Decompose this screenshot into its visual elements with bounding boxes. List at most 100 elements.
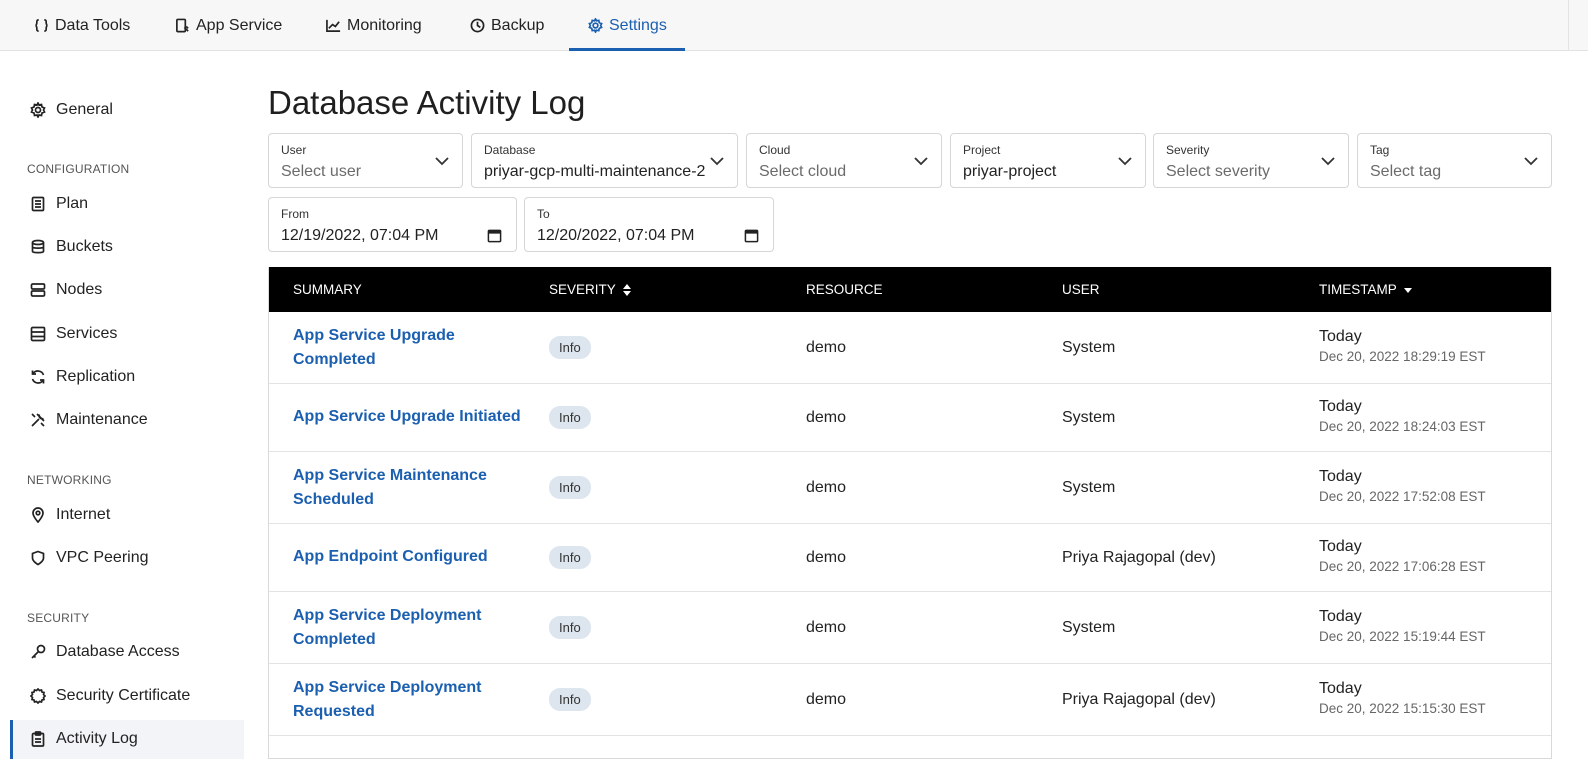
sidebar-item-activity-log[interactable]: Activity Log: [30, 730, 138, 748]
column-header-resource: RESOURCE: [806, 282, 883, 297]
table-row[interactable]: App Service Deployment Completed Info de…: [269, 592, 1551, 664]
tab-app-service[interactable]: App Service: [175, 0, 282, 51]
cloud-select-placeholder: Select cloud: [759, 163, 847, 180]
table-row[interactable]: App Service Upgrade Completed Info demo …: [269, 312, 1551, 384]
row-timestamp: Today Dec 20, 2022 18:29:19 EST: [1319, 328, 1486, 364]
sidebar-item-services[interactable]: Services: [30, 325, 117, 343]
sidebar-item-label: Database Access: [56, 643, 180, 660]
sidebar-item-security-certificate[interactable]: Security Certificate: [30, 687, 190, 705]
row-resource: demo: [806, 479, 847, 496]
row-resource: demo: [806, 339, 847, 356]
sidebar-item-label: General: [56, 101, 113, 118]
column-header-severity[interactable]: SEVERITY: [549, 282, 632, 297]
sidebar-item-label: Internet: [56, 506, 111, 523]
tab-settings[interactable]: Settings: [588, 0, 667, 51]
row-summary-link[interactable]: App Service Upgrade Initiated: [293, 405, 533, 429]
tag-select[interactable]: Tag Select tag: [1357, 133, 1552, 188]
row-resource: demo: [806, 549, 847, 566]
sidebar-item-label: Nodes: [56, 281, 103, 298]
sidebar-item-general[interactable]: General: [30, 101, 113, 119]
top-scrollbar[interactable]: [1568, 0, 1588, 51]
tab-backup-label: Backup: [491, 16, 545, 34]
row-timestamp-full: Dec 20, 2022 17:06:28 EST: [1319, 559, 1486, 574]
column-header-timestamp[interactable]: TIMESTAMP: [1319, 282, 1413, 297]
from-date-input[interactable]: From 12/19/2022, 07:04 PM: [268, 197, 517, 252]
sidebar: General CONFIGURATION Plan Buckets Nodes…: [0, 51, 250, 759]
sidebar-item-replication[interactable]: Replication: [30, 368, 135, 386]
row-timestamp-day: Today: [1319, 328, 1362, 345]
chart-line-icon: [326, 19, 341, 32]
row-timestamp-day: Today: [1319, 538, 1362, 555]
row-timestamp-full: Dec 20, 2022 15:15:30 EST: [1319, 701, 1486, 716]
tab-monitoring[interactable]: Monitoring: [326, 0, 422, 51]
tag-select-label: Tag: [1370, 143, 1390, 157]
chevron-down-icon: [1524, 157, 1538, 166]
row-timestamp-day: Today: [1319, 680, 1362, 697]
sidebar-item-label: Security Certificate: [56, 687, 191, 704]
row-summary-link[interactable]: App Service Deployment Completed: [293, 604, 493, 652]
sidebar-item-nodes[interactable]: Nodes: [30, 281, 102, 299]
tab-backup[interactable]: Backup: [470, 0, 544, 51]
table-row[interactable]: App Service Deployment Requested Info de…: [269, 664, 1551, 736]
key-icon: [31, 644, 46, 659]
severity-badge: Info: [549, 406, 591, 429]
chevron-down-icon: [914, 157, 928, 166]
severity-select-placeholder: Select severity: [1166, 163, 1271, 180]
row-timestamp-full: Dec 20, 2022 15:19:44 EST: [1319, 629, 1486, 644]
table-row[interactable]: App Service Upgrade Initiated Info demo …: [269, 384, 1551, 452]
clock-icon: [470, 18, 485, 33]
gear-icon: [30, 102, 46, 118]
row-user: Priya Rajagopal (dev): [1062, 691, 1216, 708]
column-header-summary-label: SUMMARY: [293, 282, 362, 297]
tab-data-tools[interactable]: Data Tools: [34, 0, 130, 51]
to-date-input[interactable]: To 12/20/2022, 07:04 PM: [524, 197, 774, 252]
severity-select[interactable]: Severity Select severity: [1153, 133, 1349, 188]
row-timestamp-full: Dec 20, 2022 18:24:03 EST: [1319, 419, 1486, 434]
sidebar-item-internet[interactable]: Internet: [30, 506, 110, 524]
replication-icon: [31, 370, 45, 384]
column-header-severity-label: SEVERITY: [549, 282, 616, 297]
page-title: Database Activity Log: [268, 84, 586, 121]
table-row[interactable]: App Service Maintenance Scheduled Info d…: [269, 452, 1551, 524]
sidebar-item-vpc-peering[interactable]: VPC Peering: [30, 549, 149, 567]
calendar-icon[interactable]: [487, 228, 502, 243]
to-date-label: To: [537, 207, 550, 221]
row-timestamp-day: Today: [1319, 398, 1362, 415]
row-summary-link[interactable]: App Endpoint Configured: [293, 545, 533, 569]
database-select[interactable]: Database priyar-gcp-multi-maintenance-2: [471, 133, 738, 188]
table-row[interactable]: App Endpoint Configured Info demo Priya …: [269, 524, 1551, 592]
column-header-summary: SUMMARY: [293, 282, 362, 297]
sidebar-item-maintenance[interactable]: Maintenance: [30, 411, 148, 429]
activity-log-table: SUMMARY SEVERITY RESOURCE USER TIMESTAMP…: [268, 267, 1552, 759]
tools-icon: [31, 413, 45, 427]
user-select[interactable]: User Select user: [268, 133, 463, 188]
tab-settings-label: Settings: [609, 16, 667, 34]
sidebar-item-buckets[interactable]: Buckets: [30, 238, 113, 256]
project-select[interactable]: Project priyar-project: [950, 133, 1146, 188]
calendar-icon[interactable]: [744, 228, 759, 243]
user-select-label: User: [281, 143, 307, 157]
top-navigation: Data Tools App Service Monitoring Backup…: [0, 0, 1588, 51]
column-header-user: USER: [1062, 282, 1100, 297]
row-summary-link[interactable]: App Service Upgrade Completed: [293, 324, 493, 372]
row-timestamp-full: Dec 20, 2022 17:52:08 EST: [1319, 489, 1486, 504]
row-timestamp: Today Dec 20, 2022 18:24:03 EST: [1319, 398, 1486, 434]
sidebar-item-database-access[interactable]: Database Access: [30, 643, 180, 661]
sidebar-section-configuration: CONFIGURATION: [27, 162, 130, 176]
tab-app-service-label: App Service: [196, 16, 283, 34]
project-select-value: priyar-project: [963, 163, 1057, 180]
row-summary-link[interactable]: App Service Deployment Requested: [293, 676, 493, 724]
row-resource: demo: [806, 691, 847, 708]
sidebar-item-plan[interactable]: Plan: [30, 195, 88, 213]
from-date-label: From: [281, 207, 309, 221]
gear-icon: [588, 18, 603, 33]
row-summary-link[interactable]: App Service Maintenance Scheduled: [293, 464, 493, 512]
sort-icon[interactable]: [622, 283, 632, 297]
sidebar-section-security: SECURITY: [27, 611, 90, 625]
sidebar-item-label: VPC Peering: [56, 549, 149, 566]
chevron-down-icon: [710, 157, 724, 166]
plan-icon: [31, 196, 45, 212]
cloud-select[interactable]: Cloud Select cloud: [746, 133, 942, 188]
severity-badge: Info: [549, 336, 591, 359]
sort-descending-icon[interactable]: [1403, 283, 1413, 297]
